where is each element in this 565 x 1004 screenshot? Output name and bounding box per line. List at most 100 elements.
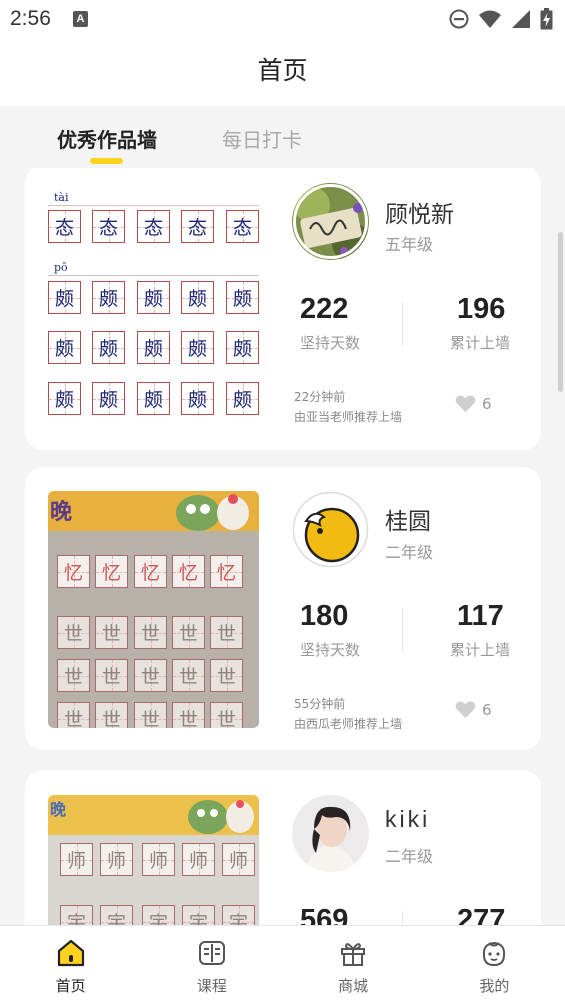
wall-count-label: 累计上墙 [450, 641, 511, 659]
char-cell: 颇 [137, 331, 170, 364]
persist-days-label: 坚持天数 [300, 334, 361, 352]
nav-courses[interactable]: 课程 [141, 926, 282, 1004]
char-cell: 颇 [226, 382, 259, 415]
char-cell: 颇 [92, 382, 125, 415]
user-name[interactable]: kiki [385, 806, 430, 833]
app-bar: 首页 [0, 38, 565, 106]
sticker-art: 晚 [48, 491, 259, 531]
char-cell: 忆 [210, 555, 243, 588]
nav-mine[interactable]: 我的 [424, 926, 565, 1004]
svg-text:晚: 晚 [50, 800, 66, 819]
avatar-image [292, 795, 369, 872]
char-cell: 师 [182, 843, 215, 876]
recommend-text: 由西瓜老师推荐上墙 [294, 717, 403, 731]
nav-label: 商城 [338, 977, 369, 995]
battery-charging-icon [540, 8, 553, 30]
char-cell: 世 [57, 702, 90, 728]
char-cell: 世 [172, 659, 205, 692]
persist-days-value: 180 [300, 600, 349, 632]
char-cell: 颇 [92, 281, 125, 314]
post-time: 22分钟前 [294, 390, 346, 404]
char-cell: 师 [142, 843, 175, 876]
char-cell: 态 [181, 210, 214, 243]
pinyin-label: tài [54, 191, 69, 204]
status-icons [449, 8, 553, 30]
char-cell: 忆 [95, 555, 128, 588]
home-icon [57, 939, 84, 967]
gift-icon [341, 943, 366, 966]
ruled-line [48, 275, 259, 276]
avatar[interactable] [292, 491, 369, 568]
user-grade: 五年级 [385, 235, 434, 254]
tab-indicator [90, 158, 123, 164]
char-cell: 颇 [92, 331, 125, 364]
stat-divider [402, 608, 403, 652]
char-cell: 态 [226, 210, 259, 243]
user-grade: 二年级 [385, 847, 434, 866]
tab-excellent-works[interactable]: 优秀作品墙 [57, 124, 157, 153]
nav-label: 课程 [196, 977, 227, 995]
text-a-icon: A [73, 11, 88, 27]
book-icon [198, 941, 225, 965]
status-time: 2:56 [10, 7, 51, 30]
nav-shop[interactable]: 商城 [283, 926, 424, 1004]
work-card[interactable]: 晚 师 师 师 师 师 宇 宇 宇 宇 宇 kiki 二年级 569 277 [25, 770, 541, 925]
nav-label: 我的 [479, 977, 510, 995]
like-button[interactable]: 6 [455, 701, 492, 719]
char-cell: 世 [57, 616, 90, 649]
char-cell: 世 [210, 616, 243, 649]
char-cell: 师 [222, 843, 255, 876]
wall-count-label: 累计上墙 [450, 334, 511, 352]
pinyin-label: pō [54, 261, 68, 274]
char-cell: 颇 [181, 382, 214, 415]
persist-days-value: 569 [300, 904, 349, 925]
char-cell: 世 [134, 616, 167, 649]
work-card[interactable]: 晚 忆 忆 忆 忆 忆 世 世 世 世 世 世 世 世 世 世 世 世 世 世 [25, 467, 541, 750]
avatar[interactable] [292, 183, 369, 260]
heart-icon [455, 701, 476, 718]
char-cell: 态 [48, 210, 81, 243]
work-card[interactable]: tài 态 态 态 态 态 pō 颇 颇 颇 颇 颇 颇 颇 颇 颇 颇 颇 颇… [25, 168, 541, 450]
works-feed[interactable]: tài 态 态 态 态 态 pō 颇 颇 颇 颇 颇 颇 颇 颇 颇 颇 颇 颇… [0, 168, 565, 925]
tab-bar: 优秀作品墙 每日打卡 [0, 106, 565, 168]
page-title: 首页 [257, 56, 308, 85]
nav-label: 首页 [55, 977, 86, 995]
char-cell: 世 [210, 659, 243, 692]
like-button[interactable]: 6 [455, 395, 492, 413]
persist-days-value: 222 [300, 293, 349, 325]
char-cell: 态 [92, 210, 125, 243]
char-cell: 世 [172, 702, 205, 728]
post-time: 55分钟前 [294, 697, 346, 711]
face-icon [483, 941, 506, 967]
avatar-image [292, 491, 369, 568]
svg-text:晚: 晚 [50, 500, 72, 525]
bottom-nav: 首页 课程 商城 我的 [0, 925, 565, 1004]
char-cell: 世 [95, 616, 128, 649]
char-cell: 世 [172, 616, 205, 649]
char-cell: 忆 [134, 555, 167, 588]
ruled-line [48, 205, 259, 206]
char-cell: 颇 [137, 281, 170, 314]
char-cell: 颇 [226, 331, 259, 364]
char-cell: 宇 [60, 905, 93, 925]
char-cell: 颇 [48, 281, 81, 314]
avatar[interactable] [292, 795, 369, 872]
tab-daily-checkin[interactable]: 每日打卡 [222, 124, 302, 153]
char-cell: 颇 [181, 331, 214, 364]
char-cell: 师 [60, 843, 93, 876]
work-image[interactable]: 晚 忆 忆 忆 忆 忆 世 世 世 世 世 世 世 世 世 世 世 世 世 世 [48, 491, 259, 728]
like-count: 6 [482, 395, 492, 413]
work-image[interactable]: 晚 师 师 师 师 师 宇 宇 宇 宇 宇 [48, 795, 259, 925]
char-cell: 宇 [100, 905, 133, 925]
char-cell: 颇 [226, 281, 259, 314]
user-name[interactable]: 顾悦新 [385, 195, 454, 229]
wall-count-value: 277 [457, 904, 506, 925]
nav-home[interactable]: 首页 [0, 926, 141, 1004]
recommend-text: 由亚当老师推荐上墙 [294, 410, 403, 424]
user-name[interactable]: 桂圆 [385, 502, 431, 536]
char-cell: 世 [95, 659, 128, 692]
scrollbar[interactable] [558, 232, 563, 392]
char-cell: 颇 [48, 331, 81, 364]
work-image[interactable]: tài 态 态 态 态 态 pō 颇 颇 颇 颇 颇 颇 颇 颇 颇 颇 颇 颇… [48, 183, 259, 420]
heart-icon [455, 395, 476, 412]
